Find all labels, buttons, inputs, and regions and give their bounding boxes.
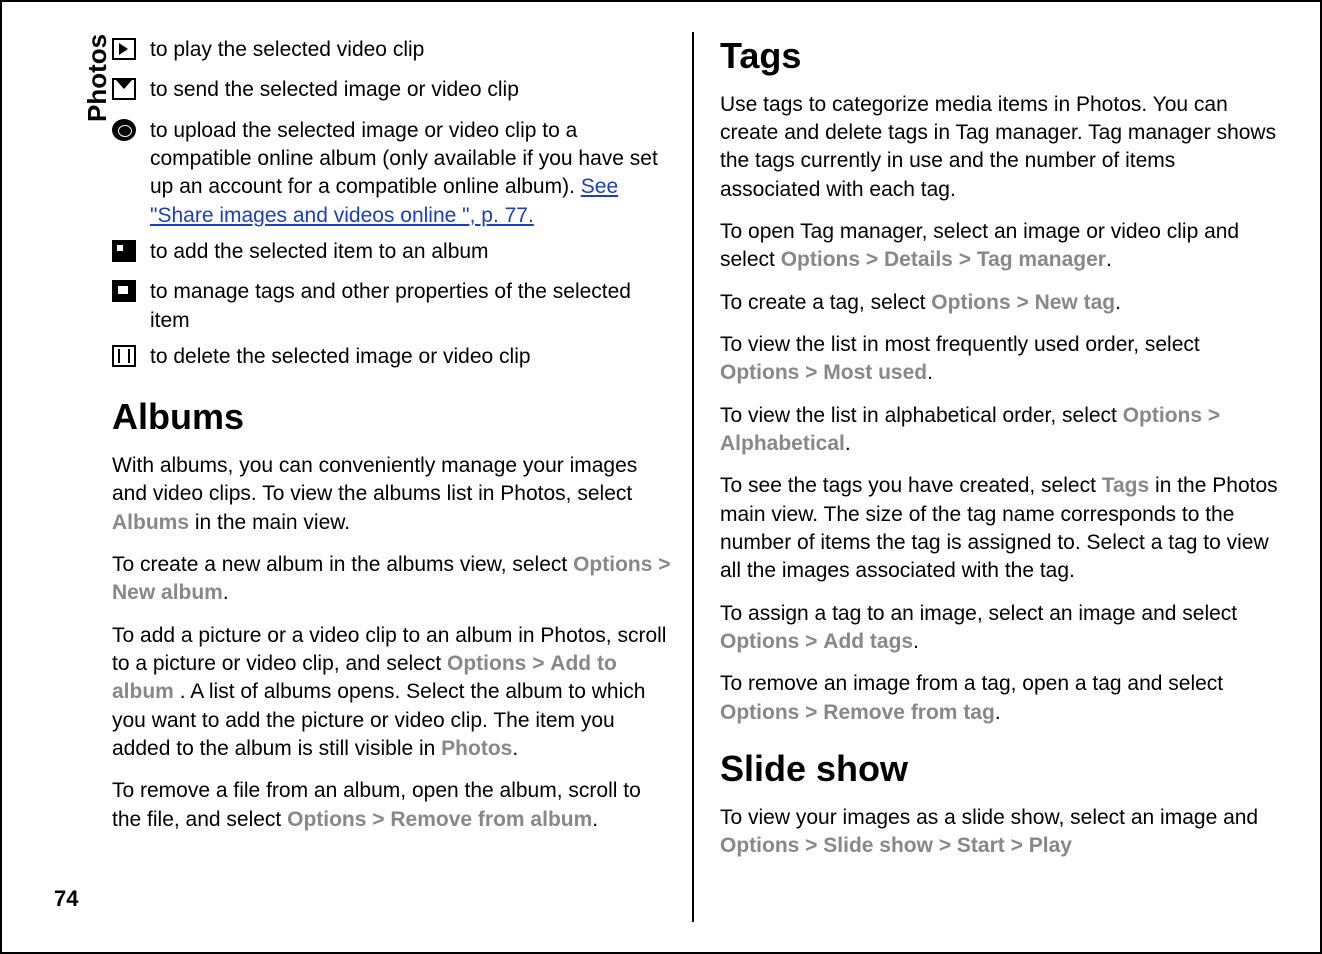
play-icon xyxy=(112,38,136,60)
separator: > xyxy=(959,248,971,271)
slideshow-heading: Slide show xyxy=(720,745,1280,794)
period: . xyxy=(1106,248,1112,271)
tags-p7: To assign a tag to an image, select an i… xyxy=(720,600,1280,657)
slideshow-p1: To view your images as a slide show, sel… xyxy=(720,804,1280,861)
menu-options: Options xyxy=(287,808,366,831)
albums-p3: To add a picture or a video clip to an a… xyxy=(112,622,672,764)
left-column: to play the selected video clip to send … xyxy=(112,32,694,922)
action-play-text: to play the selected video clip xyxy=(150,36,672,64)
tags-p1: Use tags to categorize media items in Ph… xyxy=(720,91,1280,204)
right-column: Tags Use tags to categorize media items … xyxy=(714,32,1280,922)
slideshow-p1a: To view your images as a slide show, sel… xyxy=(720,806,1258,829)
menu-albums: Albums xyxy=(112,511,189,534)
action-tags: to manage tags and other properties of t… xyxy=(112,278,672,335)
albums-p2: To create a new album in the albums view… xyxy=(112,551,672,608)
separator: > xyxy=(372,808,384,831)
action-delete: to delete the selected image or video cl… xyxy=(112,343,672,375)
action-add-album: to add the selected item to an album xyxy=(112,238,672,270)
separator: > xyxy=(866,248,878,271)
action-play: to play the selected video clip xyxy=(112,36,672,68)
action-tags-text: to manage tags and other properties of t… xyxy=(150,278,672,335)
period: . xyxy=(845,432,851,455)
menu-alphabetical: Alphabetical xyxy=(720,432,845,455)
section-tab: Photos xyxy=(82,34,113,122)
period: . xyxy=(1115,291,1121,314)
manual-page: Photos 74 to play the selected video cli… xyxy=(0,0,1322,954)
menu-most-used: Most used xyxy=(823,361,927,384)
albums-p3b: . A list of albums opens. Select the alb… xyxy=(112,680,645,760)
separator: > xyxy=(805,834,817,857)
period: . xyxy=(512,737,518,760)
albums-p1a: With albums, you can conveniently manage… xyxy=(112,454,637,505)
globe-icon xyxy=(112,119,136,141)
separator: > xyxy=(939,834,951,857)
separator: > xyxy=(805,361,817,384)
menu-tag-manager: Tag manager xyxy=(977,248,1106,271)
tags-p6a: To see the tags you have created, select xyxy=(720,474,1102,497)
albums-p1b: in the main view. xyxy=(195,511,350,534)
menu-remove-from-album: Remove from album xyxy=(390,808,592,831)
menu-tags: Tags xyxy=(1102,474,1149,497)
tags-p8a: To remove an image from a tag, open a ta… xyxy=(720,672,1223,695)
page-number: 74 xyxy=(54,886,78,912)
tags-p4a: To view the list in most frequently used… xyxy=(720,333,1200,356)
trash-icon xyxy=(112,345,136,367)
tag-icon xyxy=(112,280,136,302)
albums-heading: Albums xyxy=(112,393,672,442)
menu-options: Options xyxy=(931,291,1010,314)
albums-p1: With albums, you can conveniently manage… xyxy=(112,452,672,537)
tags-p6: To see the tags you have created, select… xyxy=(720,472,1280,585)
period: . xyxy=(913,630,919,653)
tags-p4: To view the list in most frequently used… xyxy=(720,331,1280,388)
action-upload: to upload the selected image or video cl… xyxy=(112,117,672,230)
albums-p2a: To create a new album in the albums view… xyxy=(112,553,573,576)
menu-new-tag: New tag xyxy=(1035,291,1116,314)
period: . xyxy=(592,808,598,831)
tags-p7a: To assign a tag to an image, select an i… xyxy=(720,602,1237,625)
tags-p3: To create a tag, select Options > New ta… xyxy=(720,289,1280,317)
separator: > xyxy=(658,553,670,576)
menu-options: Options xyxy=(720,361,799,384)
menu-options: Options xyxy=(720,630,799,653)
menu-options: Options xyxy=(720,834,799,857)
separator: > xyxy=(1011,834,1023,857)
tags-p3a: To create a tag, select xyxy=(720,291,931,314)
action-album-text: to add the selected item to an album xyxy=(150,238,672,266)
menu-options: Options xyxy=(573,553,652,576)
separator: > xyxy=(805,630,817,653)
menu-slide-show: Slide show xyxy=(823,834,933,857)
envelope-icon xyxy=(112,78,136,100)
separator: > xyxy=(1208,404,1220,427)
menu-options: Options xyxy=(1123,404,1202,427)
tags-p8: To remove an image from a tag, open a ta… xyxy=(720,670,1280,727)
action-send-text: to send the selected image or video clip xyxy=(150,76,672,104)
menu-new-album: New album xyxy=(112,581,223,604)
action-delete-text: to delete the selected image or video cl… xyxy=(150,343,672,371)
menu-options: Options xyxy=(781,248,860,271)
tags-heading: Tags xyxy=(720,32,1280,81)
menu-start: Start xyxy=(957,834,1005,857)
separator: > xyxy=(1016,291,1028,314)
tags-p5a: To view the list in alphabetical order, … xyxy=(720,404,1123,427)
period: . xyxy=(223,581,229,604)
sidebar: Photos 74 xyxy=(22,22,92,932)
action-send: to send the selected image or video clip xyxy=(112,76,672,108)
albums-p4: To remove a file from an album, open the… xyxy=(112,777,672,834)
menu-options: Options xyxy=(720,701,799,724)
menu-remove-from-tag: Remove from tag xyxy=(823,701,995,724)
tags-p5: To view the list in alphabetical order, … xyxy=(720,402,1280,459)
period: . xyxy=(927,361,933,384)
menu-details: Details xyxy=(884,248,953,271)
separator: > xyxy=(532,652,544,675)
album-icon xyxy=(112,240,136,262)
period: . xyxy=(995,701,1001,724)
tags-p2: To open Tag manager, select an image or … xyxy=(720,218,1280,275)
menu-play: Play xyxy=(1029,834,1072,857)
separator: > xyxy=(805,701,817,724)
menu-options: Options xyxy=(447,652,526,675)
menu-add-tags: Add tags xyxy=(823,630,913,653)
action-upload-text: to upload the selected image or video cl… xyxy=(150,117,672,230)
menu-photos: Photos xyxy=(441,737,512,760)
